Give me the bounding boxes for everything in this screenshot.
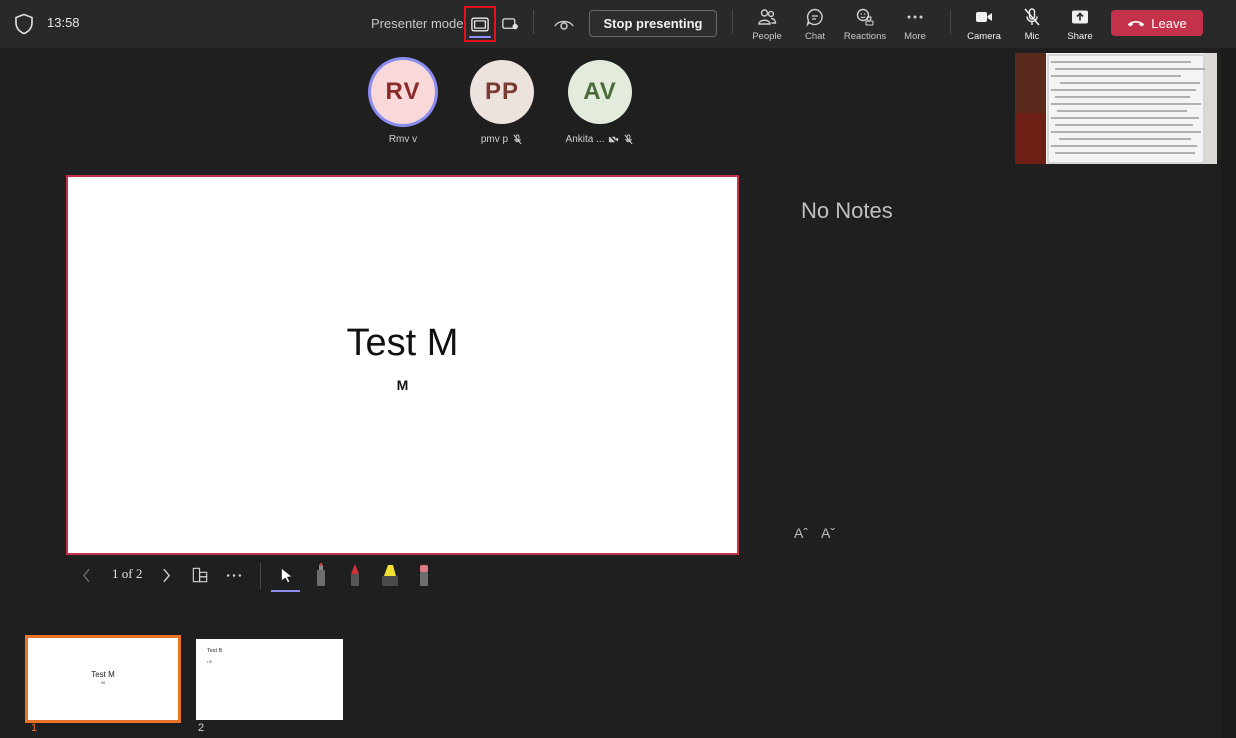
highlighter-button[interactable]	[379, 560, 401, 590]
participant-name-text: Rmv v	[388, 134, 418, 145]
thumbnail-number: 2	[198, 722, 205, 734]
highlighter-icon	[382, 565, 398, 586]
avatar: AV	[568, 60, 632, 124]
eye-icon[interactable]	[552, 12, 576, 36]
toolbar-divider	[260, 563, 261, 589]
toolbar-divider	[533, 10, 534, 34]
leave-label: Leave	[1151, 15, 1187, 31]
share-icon	[1072, 10, 1088, 24]
chevron-right-icon	[162, 568, 170, 582]
teams-presenter-view: 13:58 Presenter mode Stop presenting Peo…	[0, 0, 1236, 738]
mic-off-icon	[513, 134, 522, 145]
participant-tile[interactable]: RV Rmv v	[358, 60, 448, 145]
presenter-mode-label: Presenter mode	[371, 16, 464, 31]
share-label: Share	[1067, 31, 1093, 42]
hang-up-icon	[1128, 20, 1145, 27]
chevron-left-icon	[82, 568, 90, 582]
meeting-toolbar: 13:58 Presenter mode Stop presenting Peo…	[0, 0, 1236, 48]
self-video-preview[interactable]	[1015, 53, 1217, 164]
slide-subtitle: M	[396, 377, 409, 393]
slide-more-options-button[interactable]	[222, 560, 246, 590]
participant-name: pmv p	[481, 134, 523, 145]
slide-title: Test M	[346, 322, 459, 364]
people-icon	[758, 9, 777, 25]
mic-button[interactable]: Mic	[1006, 5, 1058, 45]
toolbar-divider	[732, 10, 733, 34]
laser-pointer-button[interactable]	[274, 560, 298, 590]
presenter-mode-standout-button[interactable]	[464, 6, 496, 42]
thumbnail-number: 1	[31, 722, 38, 734]
decrease-font-button[interactable]: Aˇ	[821, 525, 835, 541]
reactions-label: Reactions	[843, 31, 887, 42]
participant-name-text: Ankita ...	[565, 134, 605, 145]
stop-presenting-button[interactable]: Stop presenting	[589, 10, 717, 37]
pointer-icon	[281, 568, 291, 582]
participant-name: Ankita ...	[566, 134, 635, 145]
share-button[interactable]: Share	[1054, 5, 1106, 45]
slide-grid-button[interactable]	[188, 560, 212, 590]
reactions-icon	[856, 8, 874, 26]
leave-button[interactable]: Leave	[1111, 10, 1203, 36]
red-pen-button[interactable]	[344, 560, 366, 590]
thumbnail-subtitle: • B	[207, 660, 212, 664]
chat-label: Chat	[804, 31, 826, 42]
camera-icon	[976, 12, 992, 22]
thumbnail-title: Test M	[91, 670, 115, 679]
grid-view-icon	[192, 567, 208, 583]
thumbnail-title: Test B	[207, 648, 223, 654]
eraser-icon	[420, 565, 428, 586]
laser-pen-icon	[317, 563, 325, 586]
more-icon	[907, 15, 923, 19]
toolbar-divider	[950, 10, 951, 34]
participant-tile[interactable]: AV Ankita ...	[555, 60, 645, 145]
reactions-button[interactable]: Reactions	[839, 5, 891, 45]
presenter-mode-side-by-side-button[interactable]	[494, 6, 526, 42]
eraser-button[interactable]	[413, 560, 435, 590]
chat-button[interactable]: Chat	[789, 5, 841, 45]
avatar: PP	[470, 60, 534, 124]
video-frame	[1015, 53, 1217, 164]
people-label: People	[752, 31, 782, 42]
people-button[interactable]: People	[741, 5, 793, 45]
scrollbar-track[interactable]	[1221, 48, 1236, 738]
presenter-mode-side-by-side-icon	[501, 18, 518, 30]
more-button[interactable]: More	[889, 5, 941, 45]
participant-name: Rmv v	[389, 134, 417, 145]
more-icon	[226, 573, 242, 577]
avatar: RV	[371, 60, 435, 124]
mic-label: Mic	[1024, 31, 1040, 42]
thumbnail-subtitle: M	[101, 680, 105, 685]
laser-pen-button[interactable]	[310, 560, 332, 590]
slide-thumbnail[interactable]: Test B • B	[196, 639, 343, 720]
pen-icon	[351, 564, 359, 586]
shield-icon[interactable]	[14, 13, 34, 35]
page-indicator: 1 of 2	[112, 566, 143, 581]
current-slide[interactable]: Test M M	[66, 175, 739, 555]
meeting-timer: 13:58	[47, 15, 80, 30]
camera-label: Camera	[967, 31, 1001, 42]
participant-tile[interactable]: PP pmv p	[457, 60, 547, 145]
increase-font-button[interactable]: Aˆ	[794, 525, 808, 541]
presenter-mode-standout-icon	[471, 17, 489, 31]
mic-off-icon	[1024, 8, 1040, 26]
participant-name-text: pmv p	[480, 134, 509, 145]
next-slide-button[interactable]	[156, 560, 176, 590]
more-label: More	[904, 31, 926, 42]
speaker-notes: No Notes	[801, 198, 893, 223]
camera-off-icon	[608, 134, 620, 145]
slide-thumbnail[interactable]: Test M M	[25, 635, 181, 723]
active-tool-indicator	[271, 590, 300, 592]
camera-button[interactable]: Camera	[958, 5, 1010, 45]
mic-off-icon	[624, 134, 633, 145]
previous-slide-button[interactable]	[76, 560, 96, 590]
chat-icon	[806, 8, 823, 27]
